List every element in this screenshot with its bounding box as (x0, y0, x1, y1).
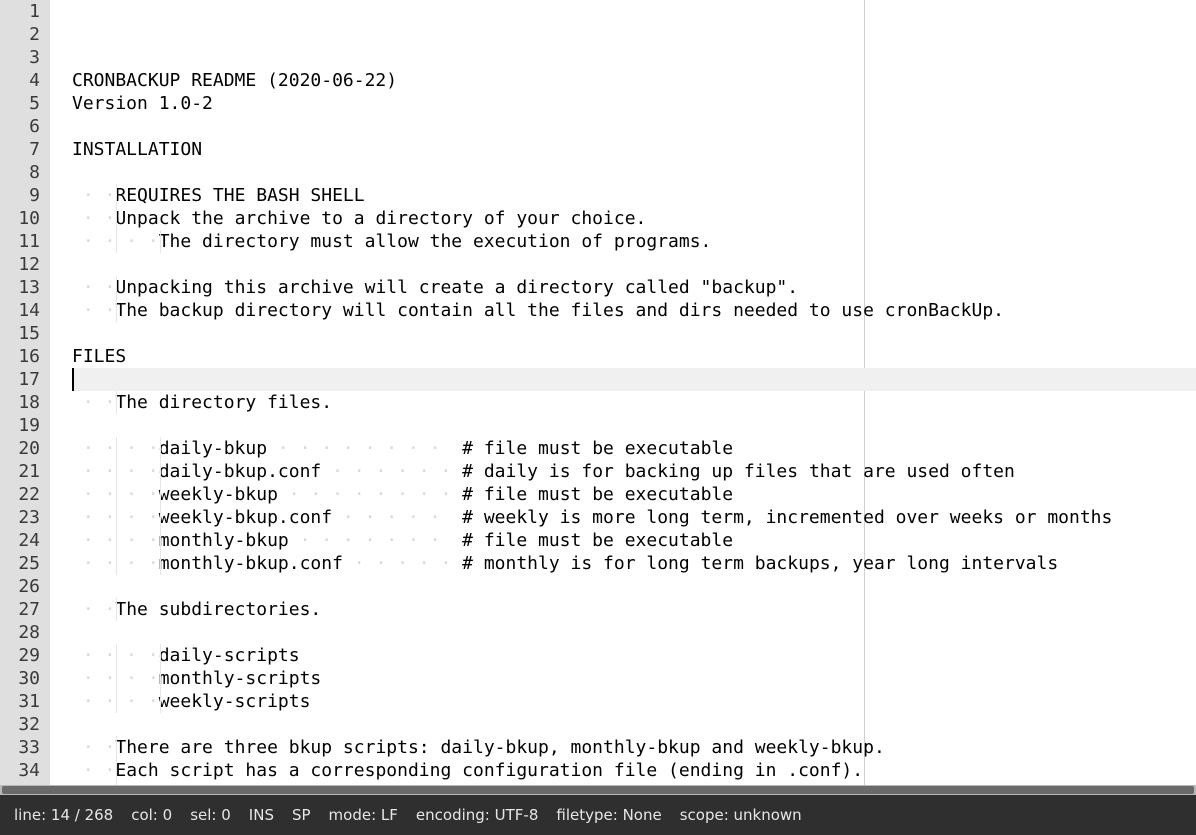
text-editor: 1234567891011121314151617181920212223242… (0, 0, 1196, 835)
editor-line[interactable] (72, 322, 1196, 345)
line-number: 34 (0, 759, 40, 782)
editor-line[interactable]: Version 1.0-2 (72, 92, 1196, 115)
line-number: 23 (0, 506, 40, 529)
line-number: 5 (0, 92, 40, 115)
horizontal-scrollbar-thumb[interactable] (2, 786, 1194, 794)
line-number: 16 (0, 345, 40, 368)
line-number: 15 (0, 322, 40, 345)
editor-line[interactable]: INSTALLATION (72, 138, 1196, 161)
editor-line[interactable]: · ·Unpacking this archive will create a … (72, 276, 1196, 299)
line-number: 20 (0, 437, 40, 460)
editor-line[interactable]: · · · ·The directory must allow the exec… (72, 230, 1196, 253)
line-number: 3 (0, 46, 40, 69)
line-number: 19 (0, 414, 40, 437)
line-number: 33 (0, 736, 40, 759)
editor-line[interactable]: · ·There are three bkup scripts: daily-b… (72, 736, 1196, 759)
line-number: 30 (0, 667, 40, 690)
editor-line[interactable]: · · · ·daily-bkup.conf · · · · · · # dai… (72, 460, 1196, 483)
status-insert-mode: INS (249, 806, 274, 824)
status-col: col: 0 (131, 806, 172, 824)
editor-line[interactable]: · · · ·monthly-bkup.conf · · · · · # mon… (72, 552, 1196, 575)
line-number: 4 (0, 69, 40, 92)
line-number: 26 (0, 575, 40, 598)
line-number: 27 (0, 598, 40, 621)
status-tab-mode: SP (292, 806, 311, 824)
text-cursor (72, 368, 74, 391)
line-number: 13 (0, 276, 40, 299)
line-number: 21 (0, 460, 40, 483)
editor-line[interactable]: · · · ·weekly-bkup.conf · · · · · # week… (72, 506, 1196, 529)
editor-line[interactable] (72, 575, 1196, 598)
line-number-gutter: 1234567891011121314151617181920212223242… (0, 0, 50, 785)
line-number: 2 (0, 23, 40, 46)
line-number: 8 (0, 161, 40, 184)
status-filetype: filetype: None (556, 806, 661, 824)
editor-line[interactable]: · ·Unpack the archive to a directory of … (72, 207, 1196, 230)
editor-line[interactable] (72, 713, 1196, 736)
editor-line[interactable]: · · · ·daily-bkup · · · · · · · · # file… (72, 437, 1196, 460)
status-eol-mode: mode: LF (329, 806, 398, 824)
editor-line[interactable]: · · · ·weekly-bkup · · · · · · · · # fil… (72, 483, 1196, 506)
line-number: 7 (0, 138, 40, 161)
editor-line[interactable]: · · · ·weekly-scripts (72, 690, 1196, 713)
editor-content[interactable]: CRONBACKUP README (2020-06-22)Version 1.… (50, 0, 1196, 785)
line-number: 11 (0, 230, 40, 253)
editor-line[interactable] (72, 253, 1196, 276)
editor-line[interactable]: FILES (72, 345, 1196, 368)
line-number: 25 (0, 552, 40, 575)
status-bar: line: 14 / 268 col: 0 sel: 0 INS SP mode… (0, 795, 1196, 835)
editor-line[interactable] (72, 621, 1196, 644)
editor-line[interactable]: · · · ·monthly-bkup · · · · · · · # file… (72, 529, 1196, 552)
editor-line[interactable]: · ·The subdirectories. (72, 598, 1196, 621)
editor-line[interactable] (72, 161, 1196, 184)
line-number: 22 (0, 483, 40, 506)
line-number: 6 (0, 115, 40, 138)
line-number: 24 (0, 529, 40, 552)
editor-line[interactable]: CRONBACKUP README (2020-06-22) (72, 69, 1196, 92)
editor-line[interactable] (72, 368, 1196, 391)
line-number: 1 (0, 0, 40, 23)
line-number: 31 (0, 690, 40, 713)
status-encoding: encoding: UTF-8 (416, 806, 538, 824)
status-line: line: 14 / 268 (14, 806, 113, 824)
line-number: 14 (0, 299, 40, 322)
line-number: 17 (0, 368, 40, 391)
line-number: 32 (0, 713, 40, 736)
line-number: 12 (0, 253, 40, 276)
line-number: 18 (0, 391, 40, 414)
line-number: 9 (0, 184, 40, 207)
horizontal-scrollbar[interactable] (0, 785, 1196, 795)
status-sel: sel: 0 (190, 806, 231, 824)
editor-line[interactable]: · ·The backup directory will contain all… (72, 299, 1196, 322)
line-number: 29 (0, 644, 40, 667)
editor-line[interactable]: · · · ·monthly-scripts (72, 667, 1196, 690)
editor-line[interactable]: · ·REQUIRES THE BASH SHELL (72, 184, 1196, 207)
editor-line[interactable]: · · · ·daily-scripts (72, 644, 1196, 667)
editor-line[interactable] (72, 414, 1196, 437)
line-number: 28 (0, 621, 40, 644)
status-scope: scope: unknown (680, 806, 802, 824)
editor-line[interactable]: · ·Each script has a corresponding confi… (72, 759, 1196, 782)
editor-body[interactable]: 1234567891011121314151617181920212223242… (0, 0, 1196, 785)
editor-line[interactable]: · ·The directory files. (72, 391, 1196, 414)
editor-line[interactable] (72, 115, 1196, 138)
line-number: 10 (0, 207, 40, 230)
